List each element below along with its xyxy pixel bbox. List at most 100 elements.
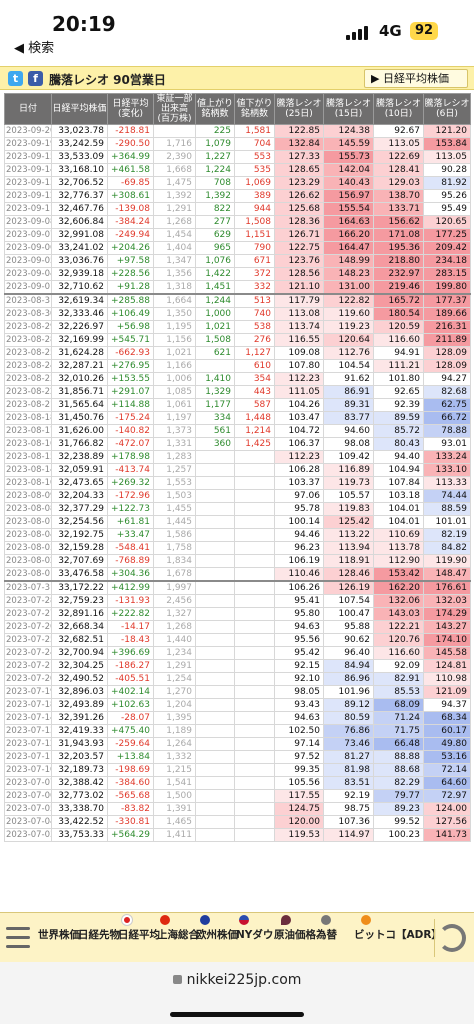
table-cell: 276 [234,333,275,347]
table-cell: 790 [234,241,275,255]
table-cell: 1,177 [195,398,235,412]
table-cell: 95.56 [274,633,324,647]
table-cell: +114.88 [107,398,154,412]
table-cell: 94.37 [423,698,471,712]
table-cell: 1,332 [153,750,196,764]
table-cell: 31,565.64 [51,398,108,412]
table-cell: 128.09 [423,346,471,360]
toolbar-european-stocks[interactable]: 欧州株価 [196,927,238,942]
hamburger-menu-icon[interactable] [3,921,33,955]
table-header-row: 日付 日経平均株価 日経平均 (変化) 東証一部 出来高 (百万株) 値上がり 銘柄数 値下がり銘… [4,93,471,125]
table-cell: +269.32 [107,476,154,490]
table-cell [195,567,235,582]
table-row: 2023-08-07 32,254.56 +61.81 1,445 100.14 125.… [4,515,471,529]
table-cell: 117.79 [274,293,324,308]
table-cell [195,659,235,673]
table-cell [153,124,196,138]
table-cell: 119.73 [323,476,374,490]
table-cell: 31,943.93 [51,737,108,751]
table-cell: 123.76 [274,254,324,268]
table-cell: 1,465 [153,815,196,829]
url-display[interactable]: nikkei225jp.com [0,972,474,988]
table-cell [195,828,235,842]
table-cell: 1,085 [153,385,196,399]
table-cell: 2023-08-15 [4,450,52,464]
table-cell: 143.27 [423,620,471,634]
toolbar-world-stocks[interactable]: 世界株価 [38,927,80,942]
table-row: 2023-07-14 32,391.26 -28.07 1,395 94.63 80.59… [4,711,471,725]
table-cell: 126.19 [323,580,374,595]
toolbar-forex[interactable]: 為替 [316,927,337,942]
table-cell: 2023-09-19 [4,137,52,151]
column-header: 騰落レシオ (6日) [423,93,471,125]
table-cell: 104.01 [373,515,424,529]
table-cell [234,594,275,608]
toolbar-nikkei-average[interactable]: 日経平均 [118,927,160,942]
table-cell: 32,668.34 [51,620,108,634]
table-row: 2023-08-24 32,287.21 +276.95 1,166 610 107.80… [4,359,471,373]
table-row: 2023-08-31 32,619.34 +285.88 1,664 1,244 513 1… [4,293,471,308]
table-cell: 123.29 [274,176,324,190]
table-cell: 1,425 [234,437,275,451]
table-cell: 1,404 [153,241,196,255]
table-cell: 120.64 [323,333,374,347]
table-cell: 76.86 [323,724,374,738]
home-indicator[interactable] [170,1012,304,1017]
table-row: 2023-09-07 32,991.08 -249.94 1,454 629 1,151 1… [4,228,471,242]
table-cell: 32,333.46 [51,307,108,321]
toolbar-crude-oil[interactable]: 原油価格 [274,927,316,942]
table-cell: 225 [195,124,235,138]
table-cell: 2023-08-09 [4,489,52,503]
table-cell: 2023-09-14 [4,163,52,177]
table-cell: 32,192.75 [51,528,108,542]
table-cell [234,554,275,568]
table-cell: 88.59 [423,502,471,516]
toolbar-shanghai[interactable]: 上海総合 [157,927,199,942]
table-cell: 32,896.03 [51,685,108,699]
cellular-signal-icon [346,26,368,40]
table-cell: 94.40 [373,450,424,464]
advance-decline-table: 日付 日経平均株価 日経平均 (変化) 東証一部 出来高 (百万株) 値上がり 銘柄数 値下がり銘… [4,93,471,842]
back-to-search-link[interactable]: ◀ 検索 [14,37,54,56]
table-row: 2023-09-19 33,242.59 -290.50 1,716 1,079 704 1… [4,137,471,151]
table-cell [234,450,275,464]
table-cell: 110.98 [423,672,471,686]
table-cell: 610 [234,359,275,373]
table-cell: +13.84 [107,750,154,764]
table-cell [195,776,235,790]
currency-icon [321,915,331,925]
table-cell: 125.42 [323,515,374,529]
table-cell: 174.29 [423,607,471,621]
table-cell: 71.75 [373,724,424,738]
twitter-icon[interactable]: t [8,71,23,86]
table-cell: -172.96 [107,489,154,503]
toolbar-bitcoin[interactable]: ビットコ [354,927,396,942]
table-cell: 2023-08-23 [4,372,52,386]
toolbar-ny-dow[interactable]: NYダウ [236,927,273,942]
table-cell: 156.62 [373,215,424,229]
table-cell [234,476,275,490]
table-cell: 2023-07-31 [4,580,52,595]
nikkei-average-button[interactable]: ▶ 日経平均株価 [364,69,468,88]
table-cell: 1,581 [234,124,275,138]
table-cell [195,450,235,464]
facebook-icon[interactable]: f [28,71,43,86]
refresh-icon[interactable] [438,924,466,952]
table-cell: 2023-09-08 [4,215,52,229]
table-cell: 2023-07-21 [4,659,52,673]
table-cell: 127.56 [423,815,471,829]
table-cell: 822 [195,202,235,216]
toolbar-adr[interactable]: 【ADR】 [396,927,442,942]
toolbar-nikkei-futures[interactable]: 日経先物 [78,927,120,942]
table-cell: 171.08 [373,228,424,242]
table-cell [195,685,235,699]
table-cell: 95.41 [274,594,324,608]
table-cell: +461.58 [107,163,154,177]
table-cell: +222.82 [107,607,154,621]
table-cell: 1,283 [153,450,196,464]
table-cell: 31,766.82 [51,437,108,451]
ios-status-bar: 20:19 ◀ 検索 4G 92 [0,0,474,64]
table-cell: 155.54 [323,202,374,216]
table-cell: 119.90 [423,554,471,568]
table-cell: 2023-08-30 [4,307,52,321]
